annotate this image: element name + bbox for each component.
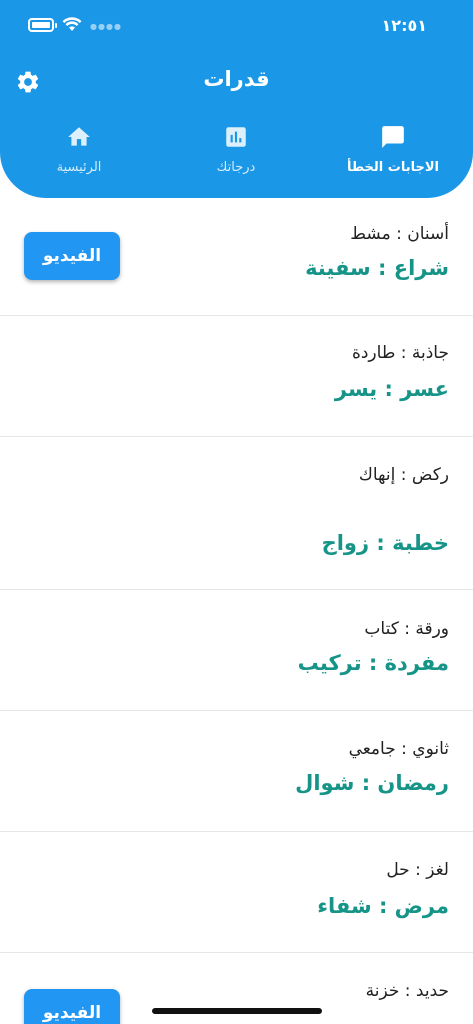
tab-scores[interactable]: درجاتك — [166, 120, 306, 190]
home-indicator — [152, 1008, 322, 1014]
tab-bar: الاجابات الخطأ درجاتك الرئيسية — [0, 120, 473, 190]
tab-wrong-answers[interactable]: الاجابات الخطأ — [323, 120, 463, 190]
chat-bubble-icon — [382, 126, 404, 148]
list-item[interactable]: لغز : حل مرض : شفاء — [0, 832, 473, 953]
gear-icon — [17, 71, 39, 93]
video-button[interactable]: الفيديو — [24, 232, 120, 280]
page-title: قدرات — [203, 67, 270, 91]
list-item[interactable]: ثانوي : جامعي رمضان : شوال — [0, 711, 473, 832]
answer-text: شراع : سفينة — [305, 256, 449, 280]
answer-text: مفردة : تركيب — [297, 651, 449, 675]
question-text: لغز : حل — [386, 860, 449, 880]
answer-text: خطبة : زواج — [321, 531, 449, 555]
question-text: حديد : خزنة — [365, 981, 449, 1001]
settings-button[interactable] — [15, 69, 41, 95]
signal-icon: ●●●● — [90, 22, 122, 31]
question-text: ركض : إنهاك — [358, 465, 449, 485]
answer-text: عسر : يسر — [334, 377, 449, 401]
bar-chart-icon — [226, 127, 246, 147]
status-bar: ●●●● ١٢:٥١ — [0, 0, 473, 50]
wifi-icon — [62, 17, 82, 31]
app-header: ●●●● ١٢:٥١ قدرات الاجابات الخطأ درجاتك ا… — [0, 0, 473, 198]
tab-label: الرئيسية — [56, 160, 102, 175]
question-text: جاذبة : طاردة — [351, 343, 449, 363]
tab-label: درجاتك — [216, 160, 256, 175]
battery-icon — [28, 18, 57, 32]
question-text: ثانوي : جامعي — [348, 739, 449, 759]
answer-text: رمضان : شوال — [295, 771, 449, 795]
screen: ●●●● ١٢:٥١ قدرات الاجابات الخطأ درجاتك ا… — [0, 0, 473, 1024]
answer-text: مرض : شفاء — [317, 894, 449, 918]
video-button[interactable]: الفيديو — [24, 989, 120, 1024]
tab-home[interactable]: الرئيسية — [9, 120, 149, 190]
wrong-answers-list: أسنان : مشط شراع : سفينة الفيديو جاذبة :… — [0, 198, 473, 1024]
list-item[interactable]: جاذبة : طاردة عسر : يسر — [0, 316, 473, 437]
list-item[interactable]: أسنان : مشط شراع : سفينة الفيديو — [0, 198, 473, 316]
list-item[interactable]: ورقة : كتاب مفردة : تركيب — [0, 590, 473, 711]
status-time: ١٢:٥١ — [381, 16, 427, 35]
question-text: أسنان : مشط — [350, 224, 449, 244]
home-icon — [68, 127, 90, 146]
list-item[interactable]: ركض : إنهاك خطبة : زواج — [0, 437, 473, 590]
question-text: ورقة : كتاب — [364, 619, 449, 639]
tab-label: الاجابات الخطأ — [347, 160, 439, 175]
